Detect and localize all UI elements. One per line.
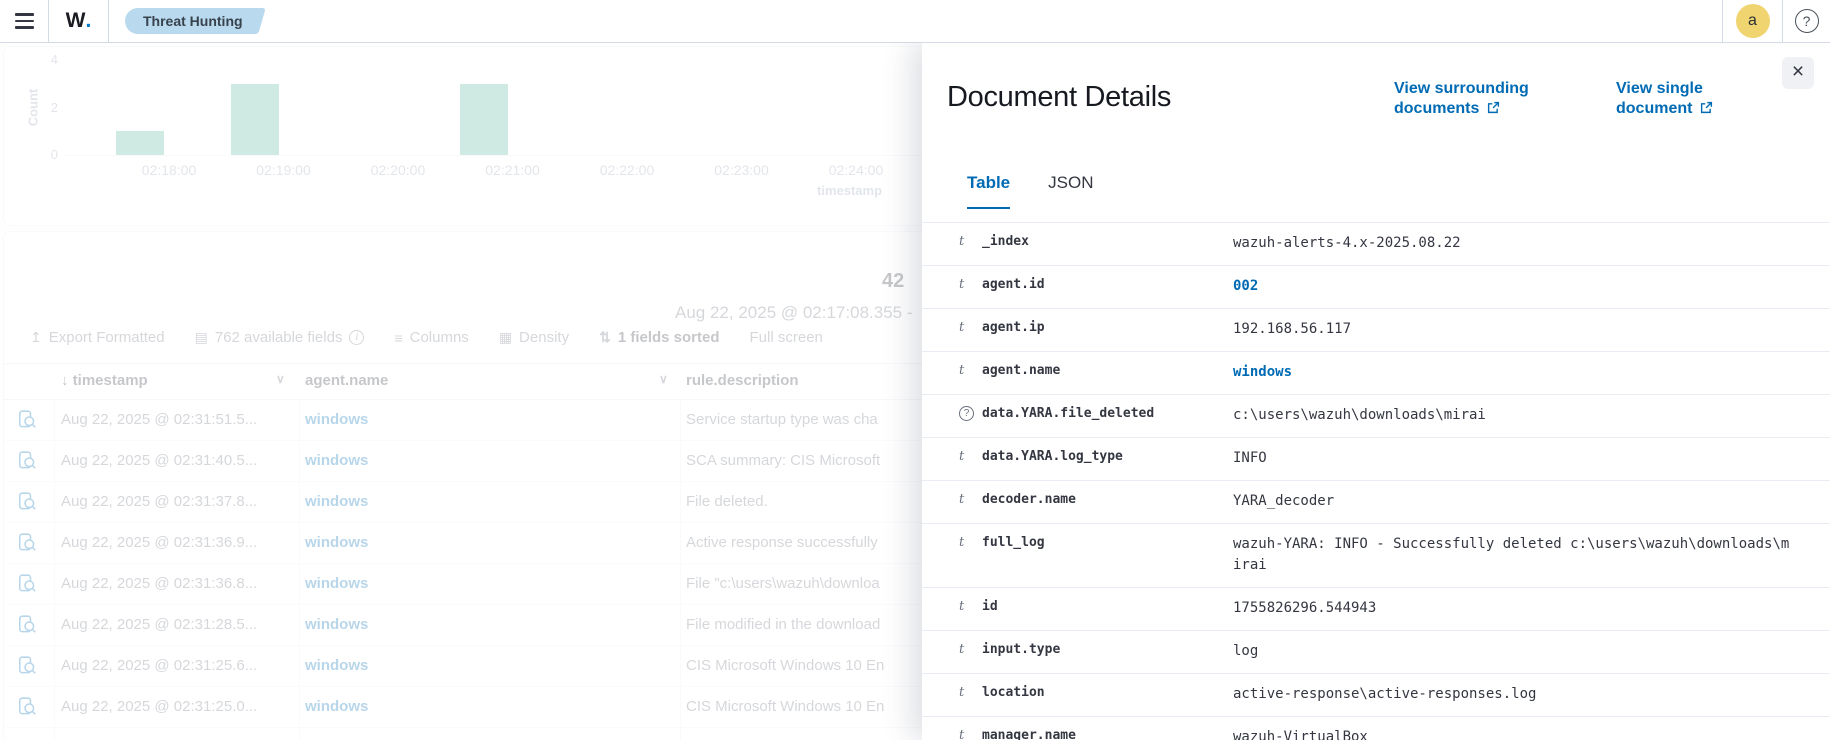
field-name: data.YARA.log_type [982,449,1123,464]
field-value: YARA_decoder [1233,481,1795,523]
field-row-index: t _index wazuh-alerts-4.x-2025.08.22 [922,223,1830,266]
field-row-yara-file-deleted: ? data.YARA.file_deleted c:\users\wazuh\… [922,395,1830,438]
string-type-icon: t [959,492,964,507]
avatar: a [1736,4,1770,38]
view-single-document-link[interactable]: View single document [1616,79,1756,119]
document-details-flyout: × Document Details View surrounding docu… [922,43,1830,740]
breadcrumb-threat-hunting[interactable]: Threat Hunting [125,8,253,34]
field-value: wazuh-YARA: INFO - Successfully deleted … [1233,524,1795,587]
hamburger-menu-icon[interactable] [0,0,49,42]
string-type-icon: t [959,277,964,292]
field-row-decoder-name: t decoder.name YARA_decoder [922,481,1830,524]
string-type-icon: t [959,728,964,740]
field-name: data.YARA.file_deleted [982,406,1154,421]
field-value-link[interactable]: windows [1233,352,1795,394]
field-name: decoder.name [982,492,1076,507]
wazuh-logo[interactable]: W. [49,0,109,42]
document-fields-table: t _index wazuh-alerts-4.x-2025.08.22 t a… [922,222,1830,740]
flyout-tabs: Table JSON [967,173,1093,209]
field-name: agent.ip [982,320,1045,335]
field-row-agent-id: t agent.id 002 [922,266,1830,309]
field-value: log [1233,631,1795,673]
string-type-icon: t [959,234,964,249]
string-type-icon: t [959,320,964,335]
string-type-icon: t [959,685,964,700]
field-row-full-log: t full_log wazuh-YARA: INFO - Successful… [922,524,1830,588]
field-value: wazuh-VirtualBox [1233,717,1795,740]
field-name: _index [982,234,1029,249]
field-name: id [982,599,998,614]
wazuh-threat-hunting-app: W. Threat Hunting a ? Count timestamp 02… [0,0,1830,740]
field-name: location [982,685,1045,700]
flyout-title: Document Details [947,81,1171,114]
top-navigation-bar: W. Threat Hunting a ? [0,0,1830,43]
field-name: manager.name [982,728,1076,740]
tab-table[interactable]: Table [967,173,1010,209]
field-name: input.type [982,642,1060,657]
field-row-agent-name: t agent.name windows [922,352,1830,395]
field-row-input-type: t input.type log [922,631,1830,674]
field-name: agent.name [982,363,1060,378]
field-value: 1755826296.544943 [1233,588,1795,630]
string-type-icon: t [959,363,964,378]
string-type-icon: t [959,449,964,464]
breadcrumb: Threat Hunting [109,0,1722,42]
unknown-type-icon: ? [959,406,974,421]
logo-dot: . [85,9,91,33]
field-row-location: t location active-response\active-respon… [922,674,1830,717]
field-row-yara-log-type: t data.YARA.log_type INFO [922,438,1830,481]
field-row-agent-ip: t agent.ip 192.168.56.117 [922,309,1830,352]
field-value: c:\users\wazuh\downloads\mirai [1233,395,1795,437]
field-row-id: t id 1755826296.544943 [922,588,1830,631]
field-name: full_log [982,535,1045,550]
field-value: 192.168.56.117 [1233,309,1795,351]
view-surrounding-documents-link[interactable]: View surrounding documents [1394,79,1578,119]
field-value-link[interactable]: 002 [1233,266,1795,308]
field-name: agent.id [982,277,1045,292]
field-value: wazuh-alerts-4.x-2025.08.22 [1233,223,1795,265]
external-link-icon [1487,101,1500,114]
field-value: active-response\active-responses.log [1233,674,1795,716]
external-link-icon [1700,101,1713,114]
help-icon: ? [1795,9,1819,33]
user-menu-button[interactable]: a [1722,0,1783,42]
help-menu-button[interactable]: ? [1783,0,1830,42]
string-type-icon: t [959,642,964,657]
close-icon[interactable]: × [1782,57,1814,89]
field-row-manager-name: t manager.name wazuh-VirtualBox [922,717,1830,740]
string-type-icon: t [959,535,964,550]
logo-text: W [66,9,86,33]
string-type-icon: t [959,599,964,614]
field-value: INFO [1233,438,1795,480]
tab-json[interactable]: JSON [1048,173,1093,209]
